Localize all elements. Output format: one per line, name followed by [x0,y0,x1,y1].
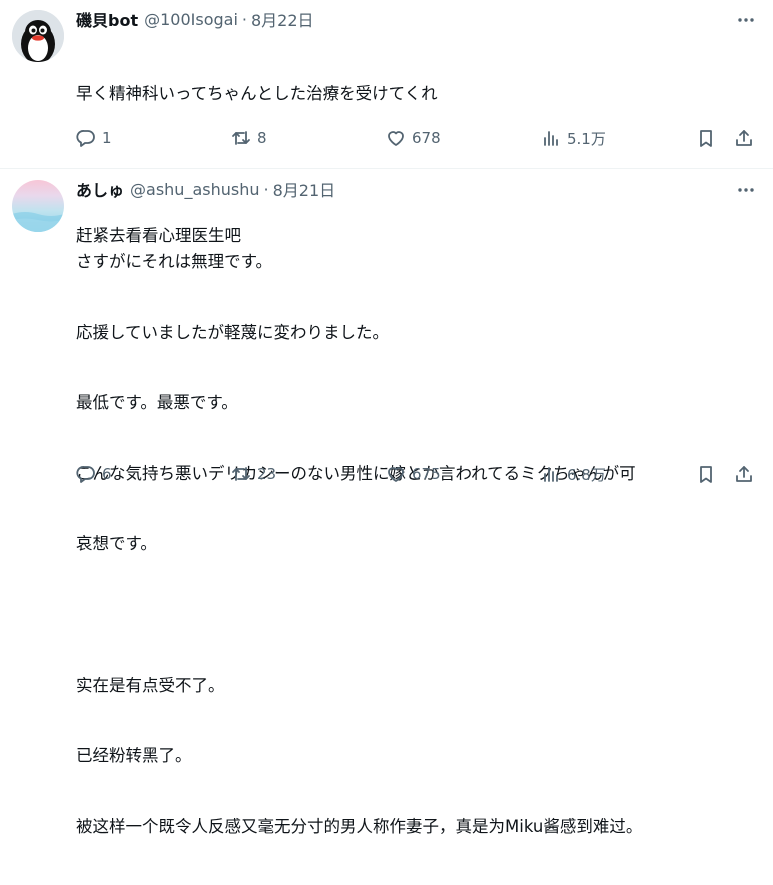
view-count: 6.8万 [567,465,606,484]
tweet-line: 最低です。最悪です。 [76,393,238,412]
author-name[interactable]: あしゅ [76,177,124,201]
retweet-icon [232,131,250,145]
bookmark-button[interactable] [696,458,716,490]
retweet-count: 8 [257,129,267,147]
bookmark-icon [700,130,712,147]
separator-dot: · [241,9,247,29]
like-count: 675 [412,465,441,483]
tweet-line: 实在是有点受不了。 [76,675,225,695]
share-icon [736,130,752,146]
retweet-icon [232,467,250,481]
views-button[interactable]: 6.8万 [541,458,606,490]
more-icon [738,188,754,192]
share-button[interactable] [734,122,754,154]
view-count: 5.1万 [567,129,606,148]
tweet-line: 哀想です。 [76,534,157,553]
tweet-date[interactable]: 8月21日 [273,177,336,201]
separator-dot: · [263,179,269,199]
reply-count: 1 [102,129,112,147]
reply-button[interactable]: 6 [76,458,112,490]
views-button[interactable]: 5.1万 [541,122,606,154]
like-button[interactable]: 675 [386,458,441,490]
tweet-2[interactable]: あしゅ @ashu_ashushu · 8月21日 さすがにそれは無理です。 応… [0,170,773,836]
author-handle[interactable]: @100Isogai [144,10,238,29]
penguin-avatar-icon [12,10,64,62]
tweet-text: さすがにそれは無理です。 応援していましたが軽蔑に変わりました。 最低です。最悪… [76,203,756,885]
avatar[interactable] [12,180,64,232]
author-name[interactable]: 磯貝bot [76,7,138,31]
tweet-line: さすがにそれは無理です。 [76,252,273,271]
reply-button[interactable]: 1 [76,122,112,154]
tweet-line: 被这样一个既令人反感又毫无分寸的男人称作妻子，真是为Miku酱感到难过。 [76,816,643,836]
tweet-actions: 1 8 678 5.1万 [76,122,757,154]
tweet-line: 早く精神科いってちゃんとした治療を受けてくれ [76,84,438,103]
tweet-line: 已经粉转黑了。 [76,746,192,765]
sky-gradient-avatar-icon [12,212,64,232]
like-icon [388,131,404,146]
retweet-button[interactable]: 8 [231,122,267,154]
more-icon [738,18,754,22]
more-options-button[interactable] [735,180,757,200]
tweet-actions: 6 23 675 6.8万 [76,458,757,490]
tweet-header: 磯貝bot @100Isogai · 8月22日 [76,7,314,31]
reply-icon [76,130,95,147]
tweet-date[interactable]: 8月22日 [251,7,314,31]
bookmark-button[interactable] [696,122,716,154]
author-handle[interactable]: @ashu_ashushu [130,180,259,199]
tweet-line: 応援していましたが軽蔑に変わりました。 [76,322,390,342]
like-icon [388,467,404,482]
tweet-1[interactable]: 磯貝bot @100Isogai · 8月22日 早く精神科いってちゃんとした治… [0,0,773,245]
like-count: 678 [412,129,441,147]
share-icon [736,466,752,482]
share-button[interactable] [734,458,754,490]
like-button[interactable]: 678 [386,122,441,154]
reply-count: 6 [102,465,112,483]
retweet-button[interactable]: 23 [231,458,276,490]
avatar[interactable] [12,10,64,62]
views-icon [544,467,558,482]
bookmark-icon [700,466,712,483]
views-icon [544,131,558,146]
tweet-header: あしゅ @ashu_ashushu · 8月21日 [76,177,336,201]
retweet-count: 23 [257,465,277,483]
tweet-divider [0,168,773,169]
reply-icon [76,466,95,483]
more-options-button[interactable] [735,10,757,30]
